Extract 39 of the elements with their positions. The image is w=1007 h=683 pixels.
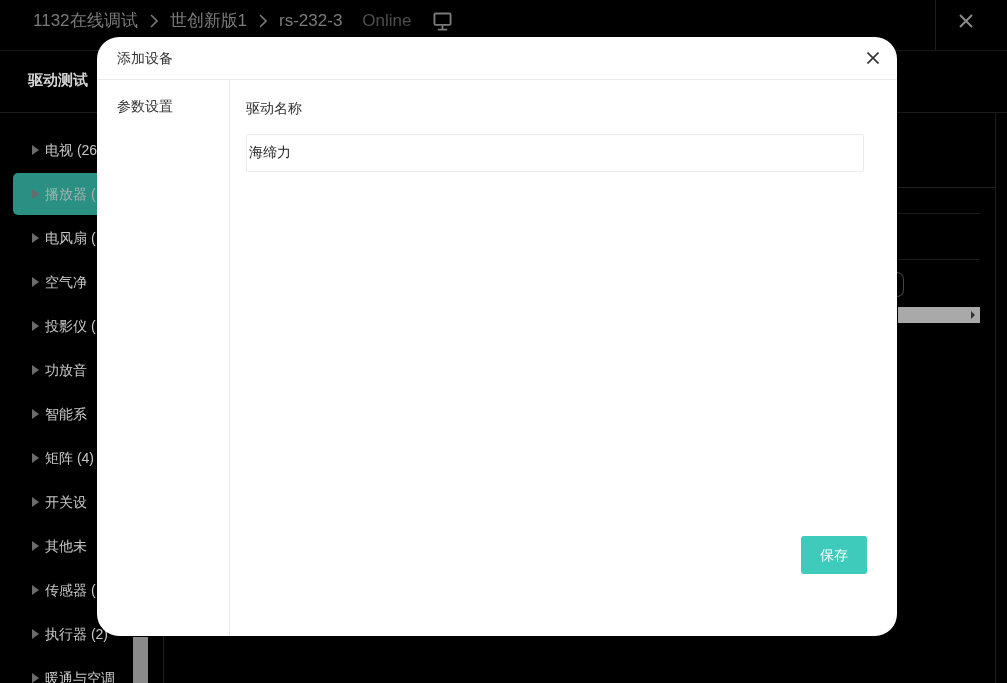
caret-icon[interactable] <box>32 541 39 551</box>
chevron-right-icon <box>149 14 158 28</box>
chevron-right-icon <box>259 14 268 28</box>
sidebar-item[interactable]: 投影仪 ( <box>13 305 97 347</box>
caret-icon[interactable] <box>32 497 39 507</box>
close-icon[interactable] <box>867 52 879 64</box>
monitor-icon[interactable] <box>433 11 453 31</box>
breadcrumb-link[interactable]: 1132在线调试 <box>33 8 138 34</box>
dialog-title: 添加设备 <box>117 48 173 68</box>
sidebar-item[interactable]: 其他未 <box>13 525 97 567</box>
sidebar-item[interactable]: 空气净 <box>13 261 97 303</box>
sidebar-item[interactable]: 电视 (26 <box>13 129 98 171</box>
dialog-nav-item[interactable]: 参数设置 <box>117 96 173 116</box>
caret-icon[interactable] <box>32 453 39 463</box>
sidebar-item[interactable]: 矩阵 (4) <box>13 437 97 479</box>
horizontal-scrollbar[interactable] <box>898 307 980 323</box>
connection-status: Online <box>362 10 412 33</box>
breadcrumb-link[interactable]: rs-232-3 <box>279 8 343 34</box>
sidebar-item[interactable]: 电风扇 ( <box>13 217 97 259</box>
scroll-right-icon[interactable] <box>971 311 975 319</box>
caret-icon[interactable] <box>32 585 39 595</box>
caret-icon[interactable] <box>32 277 39 287</box>
sidebar-item[interactable]: 传感器 ( <box>13 569 97 611</box>
field-label: 驱动名称 <box>246 100 302 116</box>
name-input[interactable]: 海缔力 <box>246 134 864 172</box>
caret-icon[interactable] <box>32 409 39 419</box>
close-icon[interactable] <box>959 14 973 28</box>
scrollbar-thumb[interactable] <box>133 637 148 683</box>
sidebar-item[interactable]: 智能系 <box>13 393 97 435</box>
sidebar-item[interactable]: 开关设 <box>13 481 97 523</box>
caret-icon[interactable] <box>32 233 39 243</box>
panel-title: 驱动测试 <box>28 70 88 91</box>
caret-icon[interactable] <box>32 321 39 331</box>
caret-icon[interactable] <box>32 673 39 683</box>
caret-icon[interactable] <box>32 629 39 639</box>
caret-icon[interactable] <box>32 145 39 155</box>
caret-icon[interactable] <box>32 365 39 375</box>
sidebar-item[interactable]: 功放音 <box>13 349 97 391</box>
breadcrumb-link[interactable]: 世创新版1 <box>169 8 248 34</box>
